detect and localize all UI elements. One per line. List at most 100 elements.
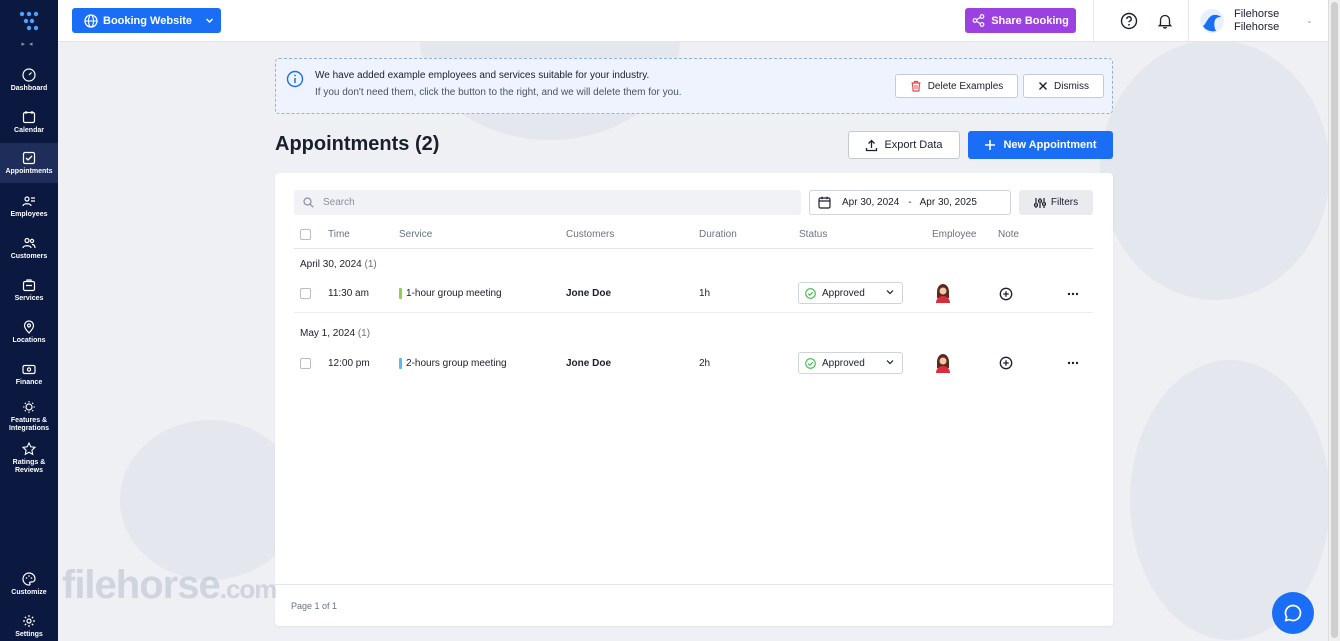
user-avatar[interactable] [1200,9,1224,33]
check-circle-icon [805,357,816,369]
column-header-time[interactable]: Time [328,229,350,240]
topbar: Booking Website Share Booking Filehorse … [58,0,1328,42]
plus-icon [985,140,996,150]
more-options-icon[interactable] [1066,356,1080,370]
appointment-service[interactable]: 1-hour group meeting [406,288,502,299]
sidebar-item-locations[interactable]: Locations [0,312,58,352]
share-booking-button[interactable]: Share Booking [965,8,1076,33]
sidebar-item-calendar[interactable]: Calendar [0,102,58,142]
page-scrollbar[interactable] [1328,0,1340,641]
employee-avatar[interactable] [932,282,954,304]
sidebar-item-settings[interactable]: Settings [0,606,58,641]
support-chat-button[interactable] [1272,592,1314,634]
sidebar-item-label: Dashboard [10,84,48,92]
services-icon [22,278,36,291]
employees-icon [22,195,35,206]
column-header-service[interactable]: Service [399,229,432,240]
sidebar-item-features-integrations[interactable]: Features & Integrations [0,396,58,436]
divider [294,312,1093,313]
divider [1188,0,1189,42]
trash-icon [911,80,921,92]
appointments-icon [22,151,36,164]
sidebar-item-customers[interactable]: Customers [0,228,58,268]
sidebar-item-label: Customize [11,588,47,596]
filters-button[interactable]: Filters [1019,190,1093,215]
share-booking-label: Share Booking [991,14,1069,27]
group-count: (1) [357,328,371,339]
column-header-customers[interactable]: Customers [566,229,614,240]
bg-blob [120,420,300,580]
appointment-service[interactable]: 2-hours group meeting [406,358,507,369]
date-group-header: April 30, 2024 (1) [300,259,377,270]
sidebar-collapse-toggle[interactable]: ▸◂ [0,40,58,48]
delete-examples-button[interactable]: Delete Examples [895,74,1018,98]
upload-icon [866,139,878,151]
new-appointment-button[interactable]: New Appointment [968,131,1113,159]
column-header-status[interactable]: Status [799,229,827,240]
more-options-icon[interactable] [1066,287,1080,301]
sidebar-item-finance[interactable]: Finance [0,354,58,394]
watermark-suffix: .com [219,574,278,604]
group-date: April 30, 2024 [300,259,362,270]
chevron-down-icon[interactable]: ⌄ [1306,16,1313,25]
search-box[interactable] [294,190,801,215]
column-header-employee[interactable]: Employee [932,229,976,240]
column-header-note[interactable]: Note [998,229,1019,240]
bell-icon[interactable] [1156,12,1174,30]
export-data-button[interactable]: Export Data [848,131,960,159]
sliders-icon [1033,197,1046,208]
sidebar-item-appointments[interactable]: Appointments [0,143,58,183]
appointment-customer[interactable]: Jone Doe [566,358,611,369]
calendar-icon [22,110,36,123]
date-range-picker[interactable]: Apr 30, 2024 - Apr 30, 2025 [809,190,1011,215]
globe-icon [84,13,98,28]
appointment-time[interactable]: 12:00 pm [328,358,370,369]
appointment-time[interactable]: 11:30 am [328,288,369,299]
watermark-main: filehorse [62,563,221,607]
sidebar-item-services[interactable]: Services [0,270,58,310]
dismiss-button[interactable]: Dismiss [1023,74,1104,98]
scrollbar-thumb[interactable] [1331,2,1338,638]
add-note-icon[interactable] [999,287,1013,301]
sidebar-item-label: Appointments [5,167,53,175]
app-logo-icon[interactable] [18,10,40,32]
row-checkbox[interactable] [300,358,311,369]
row-checkbox[interactable] [300,288,311,299]
watermark: filehorse.com [62,563,278,608]
appointment-duration: 1h [699,288,711,299]
customers-icon [22,237,36,248]
column-header-duration[interactable]: Duration [699,229,737,240]
sidebar-item-ratings-reviews[interactable]: Ratings & Reviews [0,438,58,478]
status-label: Approved [822,357,865,369]
select-all-checkbox[interactable] [300,229,311,240]
help-icon[interactable] [1120,12,1138,30]
appointments-card: Apr 30, 2024 - Apr 30, 2025 Filters Time… [275,173,1113,626]
sidebar-item-label: Finance [15,378,43,386]
bg-blob [1100,40,1330,300]
add-note-icon[interactable] [999,356,1013,370]
booking-dropdown-toggle[interactable] [197,8,221,33]
dismiss-label: Dismiss [1054,80,1089,92]
service-color-marker [399,358,402,369]
search-icon [303,197,314,208]
employee-avatar[interactable] [932,352,954,374]
finance-icon [22,364,36,374]
sidebar-item-customize[interactable]: Customize [0,564,58,604]
sidebar-item-employees[interactable]: Employees [0,186,58,226]
group-date: May 1, 2024 [300,328,356,339]
sidebar-item-label: Customers [10,252,48,260]
appointment-customer[interactable]: Jone Doe [566,288,611,299]
delete-examples-label: Delete Examples [927,80,1004,92]
status-dropdown[interactable]: Approved [798,352,903,374]
status-dropdown[interactable]: Approved [798,282,903,304]
sidebar-item-dashboard[interactable]: Dashboard [0,60,58,100]
group-count: (1) [364,259,377,270]
sidebar: ▸◂ Dashboard Calendar Appointments Emplo… [0,0,58,641]
palette-icon [22,571,36,586]
user-name[interactable]: Filehorse Filehorse [1234,8,1279,34]
sidebar-item-label: Calendar [14,126,44,134]
sidebar-item-label: Services [14,294,44,302]
search-input[interactable] [323,197,783,208]
booking-website-button[interactable]: Booking Website [72,8,221,33]
date-group-header: May 1, 2024 (1) [300,328,370,339]
